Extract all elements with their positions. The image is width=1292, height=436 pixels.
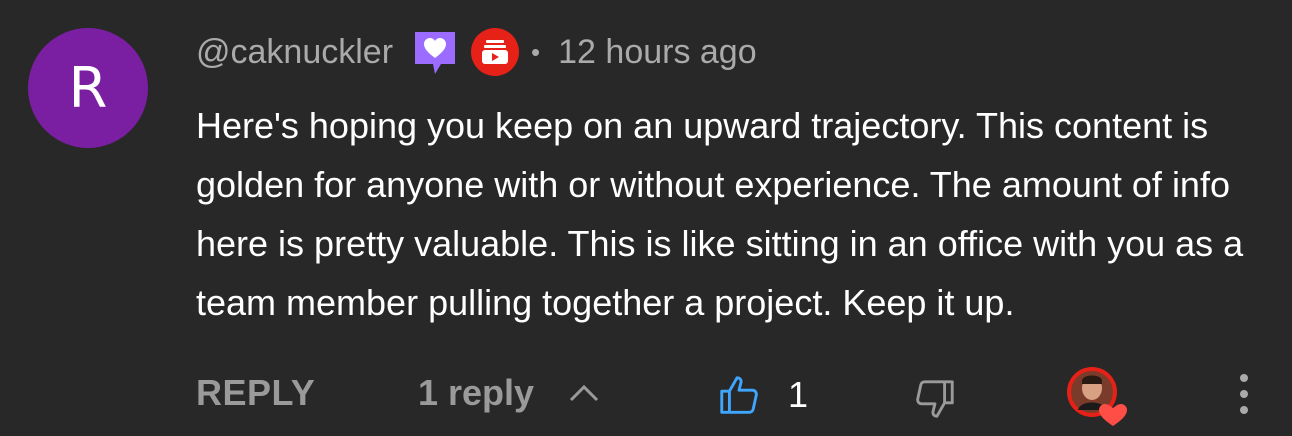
dislike-button[interactable]	[912, 376, 958, 427]
username[interactable]: @caknuckler	[196, 33, 393, 72]
vertical-dots-icon	[1240, 374, 1248, 414]
youtube-stack-badge-icon	[471, 28, 520, 76]
creator-heart-icon	[1066, 366, 1130, 428]
chevron-up-icon[interactable]	[568, 382, 600, 409]
avatar[interactable]: R	[28, 28, 148, 148]
comment-text: Here's hoping you keep on an upward traj…	[196, 105, 1244, 323]
timestamp[interactable]: 12 hours ago	[558, 33, 757, 72]
like-button[interactable]	[716, 372, 762, 423]
avatar-letter: R	[68, 55, 108, 121]
comment-actions: REPLY 1 reply 1	[196, 362, 1276, 426]
view-replies-button[interactable]: 1 reply	[418, 372, 534, 414]
separator-dot: •	[531, 36, 541, 67]
comment-header: @caknuckler • 12 hours ago	[196, 28, 757, 76]
member-heart-badge-icon	[411, 28, 459, 76]
like-count: 1	[788, 374, 809, 415]
thumbs-up-icon	[720, 376, 758, 414]
reply-button[interactable]: REPLY	[196, 372, 315, 414]
thumbs-down-icon	[916, 380, 954, 418]
more-options-button[interactable]	[1236, 372, 1252, 421]
